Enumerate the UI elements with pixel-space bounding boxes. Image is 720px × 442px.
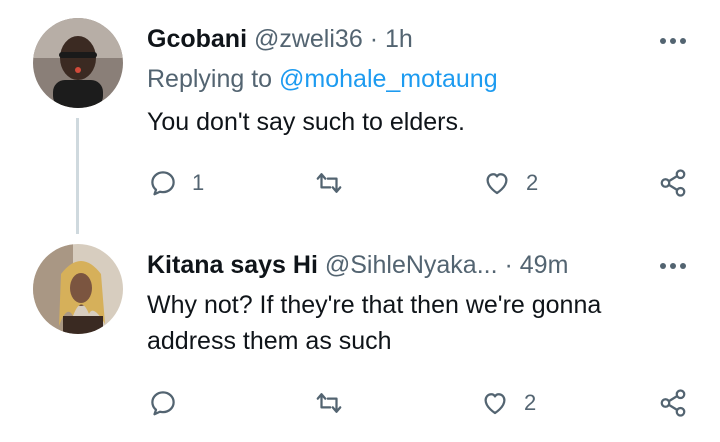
tweet-header: Gcobani @zweli36 · 1h bbox=[147, 24, 413, 54]
timestamp[interactable]: 49m bbox=[520, 251, 569, 279]
like-icon bbox=[484, 393, 506, 415]
tweet-text-line: Why not? If they're that then we're gonn… bbox=[147, 291, 602, 319]
more-icon[interactable] bbox=[658, 34, 688, 46]
mention-link[interactable]: @mohale_motaung bbox=[279, 65, 498, 93]
like-button[interactable]: 2 bbox=[480, 388, 536, 418]
like-icon bbox=[486, 173, 508, 195]
share-button[interactable] bbox=[658, 168, 688, 198]
reply-icon bbox=[151, 171, 175, 196]
reply-icon bbox=[151, 391, 175, 416]
tweet-text-line: address them as such bbox=[147, 327, 392, 355]
replying-to: Replying to @mohale_motaung bbox=[147, 64, 498, 94]
tweet-text: Why not? If they're that then we're gonn… bbox=[147, 287, 687, 359]
user-handle[interactable]: @SihleNyaka... bbox=[325, 251, 498, 279]
tweet-text: You don't say such to elders. bbox=[147, 108, 465, 136]
retweet-icon bbox=[316, 173, 342, 193]
share-icon bbox=[660, 389, 686, 417]
display-name[interactable]: Kitana says Hi bbox=[147, 251, 318, 279]
retweet-button[interactable] bbox=[314, 168, 358, 198]
reply-button[interactable]: 1 bbox=[148, 168, 204, 198]
thread-line bbox=[76, 118, 79, 234]
avatar[interactable] bbox=[33, 244, 123, 334]
share-icon bbox=[660, 169, 686, 197]
like-count: 2 bbox=[524, 390, 537, 415]
separator: · bbox=[369, 25, 379, 53]
replying-prefix: Replying to bbox=[147, 65, 273, 93]
avatar[interactable] bbox=[33, 18, 123, 108]
retweet-button[interactable] bbox=[314, 388, 358, 418]
separator: · bbox=[504, 251, 513, 279]
timestamp[interactable]: 1h bbox=[385, 25, 413, 53]
user-handle[interactable]: @zweli36 bbox=[254, 25, 363, 53]
like-button[interactable]: 2 bbox=[482, 168, 538, 198]
like-count: 2 bbox=[526, 170, 539, 195]
share-button[interactable] bbox=[658, 388, 688, 418]
more-icon[interactable] bbox=[658, 259, 688, 271]
reply-count: 1 bbox=[192, 170, 205, 195]
tweet-header: Kitana says Hi @SihleNyaka... · 49m bbox=[147, 250, 568, 280]
display-name[interactable]: Gcobani bbox=[147, 25, 247, 53]
retweet-icon bbox=[316, 393, 342, 413]
reply-button[interactable] bbox=[148, 388, 192, 418]
